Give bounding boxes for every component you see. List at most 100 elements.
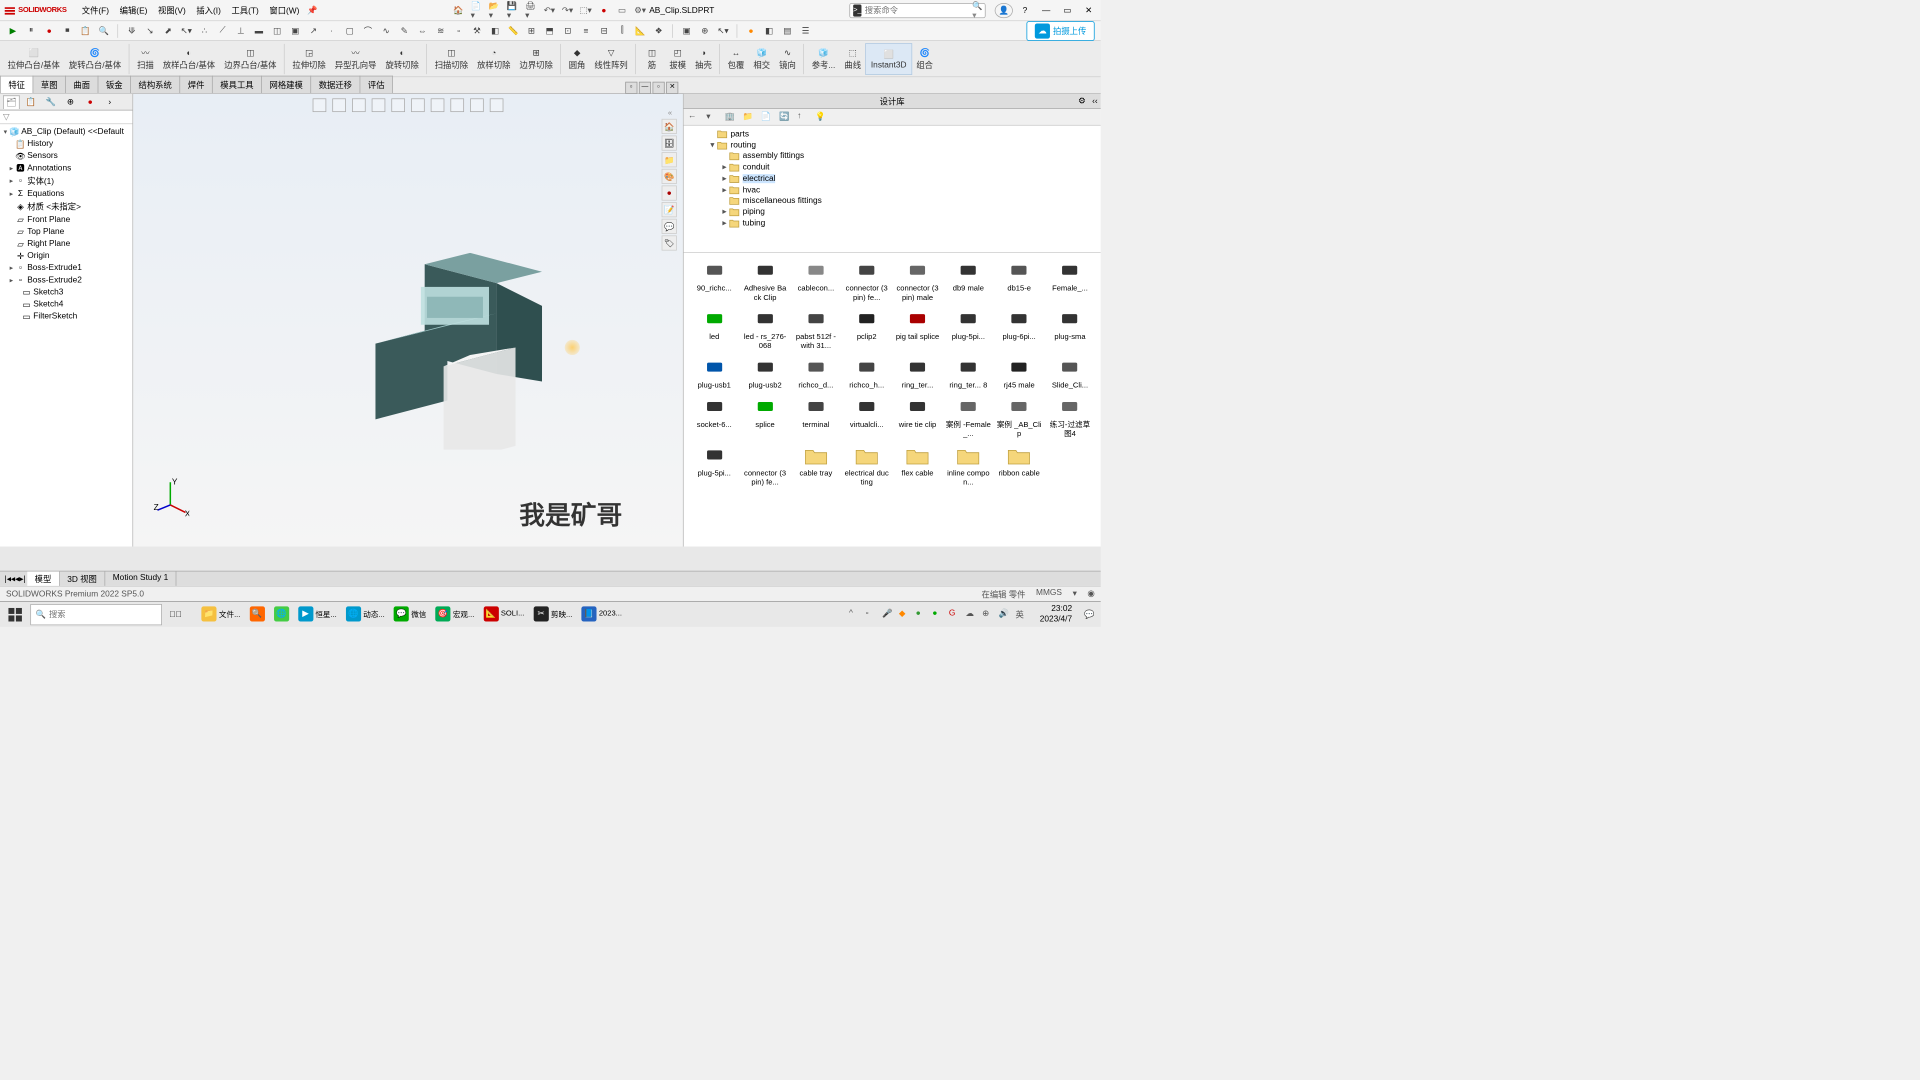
lib-item[interactable]: 案例 -Female_...	[944, 395, 993, 440]
curve-icon[interactable]: ∿	[379, 24, 393, 38]
tree-item[interactable]: 📋History	[2, 138, 131, 150]
t7-icon[interactable]: ❖	[652, 24, 666, 38]
lib-item[interactable]: splice	[740, 395, 789, 440]
tree-item[interactable]: ▭FilterSketch	[2, 310, 131, 322]
lib-folder-electrical[interactable]: ▸electrical	[687, 173, 1098, 184]
block-icon[interactable]: ▫	[452, 24, 466, 38]
forum-icon[interactable]: 💬	[662, 219, 677, 234]
lib-item[interactable]: electrical ducting	[842, 444, 891, 489]
taskbar-app[interactable]: 🔍	[245, 601, 269, 627]
cloud-upload-button[interactable]: ☁ 拍摄上传	[1026, 21, 1094, 41]
tree-item[interactable]: ◈材质 <未指定>	[2, 200, 131, 214]
add-file-icon[interactable]: 📄	[761, 111, 773, 123]
appearance-icon[interactable]: ●	[744, 24, 758, 38]
lib-item[interactable]: plug-usb1	[690, 356, 739, 392]
view-tab-Motion Study 1[interactable]: Motion Study 1	[105, 571, 176, 586]
t6-icon[interactable]: 📐	[634, 24, 648, 38]
tab-数据迁移[interactable]: 数据迁移	[310, 76, 360, 93]
taskbar-app[interactable]: 📐SOLI...	[479, 601, 529, 627]
start-button[interactable]	[0, 601, 30, 627]
t4-icon[interactable]: ⊟	[597, 24, 611, 38]
ribbon-包覆[interactable]: ↔包覆	[723, 43, 749, 75]
pause-icon[interactable]: ⏸	[24, 24, 38, 38]
tray-app3-icon[interactable]: ●	[916, 608, 928, 620]
edge-icon[interactable]: ⟋	[216, 24, 230, 38]
menu-视图(V)[interactable]: 视图(V)	[153, 3, 190, 18]
tab-网格建模[interactable]: 网格建模	[261, 76, 311, 93]
t8-icon[interactable]: ▣	[680, 24, 694, 38]
stop-record-icon[interactable]: ⏹	[61, 24, 75, 38]
lib-item[interactable]: pclip2	[842, 307, 891, 352]
property-tab-icon[interactable]: 📋	[23, 95, 40, 109]
help-icon[interactable]: ?	[1016, 3, 1034, 18]
body-icon[interactable]: ▣	[288, 24, 302, 38]
close-icon[interactable]: ✕	[1079, 3, 1097, 18]
tray-app5-icon[interactable]: G	[949, 608, 961, 620]
zoom-fit-icon[interactable]	[313, 98, 327, 112]
nav-first-icon[interactable]: |◂◂◂▸|	[3, 574, 27, 584]
tab-模具工具[interactable]: 模具工具	[212, 76, 262, 93]
lib-item[interactable]: richco_h...	[842, 356, 891, 392]
options-icon[interactable]: ▭	[616, 4, 628, 16]
tree-item[interactable]: ▸▫实体(1)	[2, 174, 131, 188]
view-settings-icon[interactable]	[470, 98, 484, 112]
add-loc-icon[interactable]: 📁	[743, 111, 755, 123]
menu-文件(F)[interactable]: 文件(F)	[77, 3, 113, 18]
view-orient-icon[interactable]	[391, 98, 405, 112]
t1-icon[interactable]: ⬒	[543, 24, 557, 38]
t5-icon[interactable]: ⫿	[615, 24, 629, 38]
lib-item[interactable]: Female_...	[1045, 259, 1094, 304]
lib-item[interactable]: ring_ter... 8	[944, 356, 993, 392]
redo-icon[interactable]: ↷▾	[561, 4, 573, 16]
lib-item[interactable]: plug-5pi...	[690, 444, 739, 489]
command-search[interactable]: >_ 🔍▾	[849, 3, 985, 18]
magnify-icon[interactable]: 🔍▾	[972, 0, 982, 20]
lib-item[interactable]: ring_ter...	[893, 356, 942, 392]
lib-folder-hvac[interactable]: ▸hvac	[687, 184, 1098, 195]
search-input[interactable]	[865, 6, 972, 15]
lib-item[interactable]: virtualcli...	[842, 395, 891, 440]
select-icon[interactable]: ⬚▾	[580, 4, 592, 16]
scene-apply-icon[interactable]	[450, 98, 464, 112]
ribbon-旋转凸台/基体[interactable]: 🌀旋转凸台/基体	[64, 43, 125, 75]
task-view-icon[interactable]: ⊞⃞	[162, 610, 190, 619]
tree-item[interactable]: 👁Sensors	[2, 150, 131, 162]
preview-icon[interactable]: 🔍	[97, 24, 111, 38]
maximize-icon[interactable]: ▭	[1058, 3, 1076, 18]
tree-item[interactable]: ▭Sketch3	[2, 286, 131, 298]
lib-item[interactable]: cablecon...	[791, 259, 840, 304]
refresh-icon[interactable]: 🔄	[779, 111, 791, 123]
tab-评估[interactable]: 评估	[360, 76, 393, 93]
ribbon-放样切除[interactable]: ◔放样切除	[473, 43, 515, 75]
t2-icon[interactable]: ⊡	[561, 24, 575, 38]
tray-app1-icon[interactable]: ▫	[866, 608, 878, 620]
ribbon-筋[interactable]: ◫筋	[639, 43, 665, 75]
sm-icon[interactable]: ◧	[488, 24, 502, 38]
weld-icon[interactable]: ⚒	[470, 24, 484, 38]
lib-item[interactable]: plug-6pi...	[995, 307, 1044, 352]
undo-icon[interactable]: ↶▾	[543, 4, 555, 16]
collapse-icon[interactable]: «	[662, 109, 679, 117]
print-icon[interactable]: 🖨▾	[525, 4, 537, 16]
appearances-icon[interactable]: ●	[662, 185, 677, 200]
vertex-icon[interactable]: ↘	[143, 24, 157, 38]
viewport-close-icon[interactable]: ✕	[666, 82, 678, 94]
lib-item[interactable]: led - rs_276-068	[740, 307, 789, 352]
tab-特征[interactable]: 特征	[0, 76, 33, 93]
open-icon[interactable]: 📂▾	[489, 4, 501, 16]
play-icon[interactable]: ▶	[6, 24, 20, 38]
rebuild-icon[interactable]: ●	[598, 4, 610, 16]
t3-icon[interactable]: ≡	[579, 24, 593, 38]
lib-item[interactable]: Slide_Cli...	[1045, 356, 1094, 392]
save-icon[interactable]: 💾▾	[507, 4, 519, 16]
tree-item[interactable]: ▱Front Plane	[2, 213, 131, 225]
lib-folder-miscellaneous fittings[interactable]: miscellaneous fittings	[687, 195, 1098, 206]
lib-item[interactable]: pig tail splice	[893, 307, 942, 352]
lib-item[interactable]: led	[690, 307, 739, 352]
minimize-icon[interactable]: —	[1037, 3, 1055, 18]
lib-folder-piping[interactable]: ▸piping	[687, 206, 1098, 217]
tree-item[interactable]: ▱Right Plane	[2, 238, 131, 250]
lib-folder-conduit[interactable]: ▸conduit	[687, 161, 1098, 172]
lib-item[interactable]: db9 male	[944, 259, 993, 304]
lib-item[interactable]: plug-5pi...	[944, 307, 993, 352]
